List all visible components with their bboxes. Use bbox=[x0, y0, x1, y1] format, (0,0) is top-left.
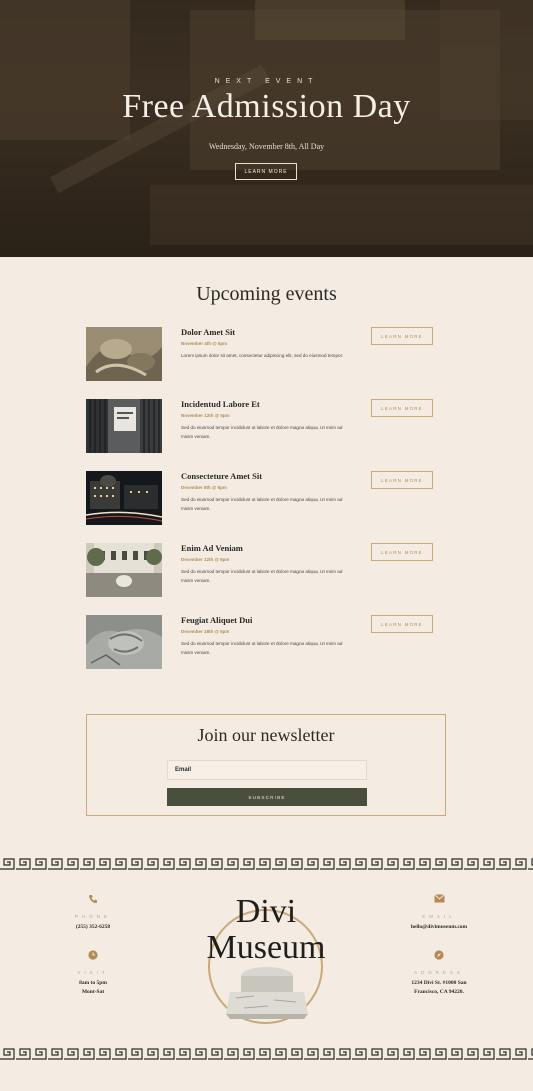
logo-line2: Museum bbox=[206, 929, 326, 966]
event-item: Enim Ad Veniam December 12th @ 5pm Sed d… bbox=[86, 543, 436, 599]
envelope-icon bbox=[384, 894, 494, 906]
footer-phone: PHONE (255) 352-6258 bbox=[38, 894, 148, 932]
museum-logo[interactable]: Divi Museum bbox=[196, 884, 336, 1039]
address-line1: 1234 Divi St. #1000 San bbox=[411, 980, 467, 986]
visit-hours-line2: Mont-Sat bbox=[81, 989, 105, 995]
phone-label: PHONE bbox=[74, 914, 111, 919]
events-title: Upcoming events bbox=[196, 283, 337, 305]
event-learn-more-button[interactable]: LEARN MORE bbox=[371, 399, 433, 417]
visit-hours-line1: 8am to 5pm bbox=[79, 980, 107, 986]
event-learn-more-button[interactable]: LEARN MORE bbox=[371, 471, 433, 489]
event-image-gate bbox=[86, 399, 162, 453]
event-name: Enim Ad Veniam bbox=[181, 543, 243, 553]
logo-text: Divi Museum bbox=[196, 894, 336, 966]
event-item: Feugiat Aliquet Dui December 18th @ 5pm … bbox=[86, 615, 436, 671]
footer-address: ADDRESS 1234 Divi St. #1000 San Francisc… bbox=[384, 950, 494, 997]
pedestal-image bbox=[226, 967, 308, 1019]
event-date: December 8th @ 5pm bbox=[181, 485, 227, 490]
event-learn-more-button[interactable]: LEARN MORE bbox=[371, 327, 433, 345]
event-description: Sed do eiusmod tempor incididunt ut labo… bbox=[181, 641, 343, 655]
event-name: Feugiat Aliquet Dui bbox=[181, 615, 253, 625]
event-description: Sed do eiusmod tempor incididunt ut labo… bbox=[181, 569, 343, 583]
event-item: Incidentud Labore Et November 12th @ 5pm… bbox=[86, 399, 436, 455]
hero-overlay bbox=[0, 0, 533, 257]
email-input[interactable]: Email bbox=[167, 760, 367, 780]
address-line2: Francisco, CA 94220. bbox=[414, 989, 464, 995]
greek-key-border-bottom bbox=[0, 1048, 533, 1060]
hero-learn-more-button[interactable]: LEARN MORE bbox=[235, 163, 297, 180]
event-learn-more-button[interactable]: LEARN MORE bbox=[371, 543, 433, 561]
address-value: 1234 Divi St. #1000 San Francisco, CA 94… bbox=[384, 979, 494, 997]
footer-visit: VISIT 8am to 5pm Mont-Sat bbox=[38, 950, 148, 997]
hero-banner: NEXT EVENT Free Admission Day Wednesday,… bbox=[0, 0, 533, 257]
hero-kicker: NEXT EVENT bbox=[214, 78, 319, 85]
hero-subtitle: Wednesday, November 8th, All Day bbox=[208, 142, 325, 151]
event-item: Consecteture Amet Sit December 8th @ 5pm… bbox=[86, 471, 436, 527]
event-date: November 4th @ 5pm bbox=[181, 341, 228, 346]
event-description: Sed do eiusmod tempor incididunt ut labo… bbox=[181, 497, 343, 511]
event-description: Lorem ipsum dolor sit amet, consectetur … bbox=[181, 353, 344, 358]
footer-email: EMAIL hello@divimuseum.com bbox=[384, 894, 494, 932]
newsletter-box: Join our newsletter Email SUBSCRIBE bbox=[86, 714, 446, 816]
event-image-building bbox=[86, 543, 162, 597]
event-item: Dolor Amet Sit November 4th @ 5pm Lorem … bbox=[86, 327, 436, 383]
hero-title: Free Admission Day bbox=[122, 88, 411, 125]
event-name: Dolor Amet Sit bbox=[181, 327, 236, 337]
visit-label: VISIT bbox=[77, 970, 109, 975]
email-value[interactable]: hello@divimuseum.com bbox=[384, 923, 494, 932]
event-description: Sed do eiusmod tempor incididunt ut labo… bbox=[181, 425, 343, 439]
email-label: EMAIL bbox=[422, 914, 456, 919]
clock-icon bbox=[38, 950, 148, 962]
event-name: Consecteture Amet Sit bbox=[181, 471, 263, 481]
greek-key-border-top bbox=[0, 858, 533, 870]
subscribe-button[interactable]: SUBSCRIBE bbox=[167, 788, 367, 806]
event-date: December 12th @ 5pm bbox=[181, 557, 230, 562]
event-name: Incidentud Labore Et bbox=[181, 399, 260, 409]
event-image-night-city bbox=[86, 471, 162, 525]
visit-hours: 8am to 5pm Mont-Sat bbox=[38, 979, 148, 997]
event-date: November 12th @ 5pm bbox=[181, 413, 230, 418]
event-learn-more-button[interactable]: LEARN MORE bbox=[371, 615, 433, 633]
phone-icon bbox=[38, 894, 148, 906]
compass-icon bbox=[384, 950, 494, 962]
phone-value[interactable]: (255) 352-6258 bbox=[38, 923, 148, 932]
newsletter-title: Join our newsletter bbox=[197, 725, 335, 745]
event-date: December 18th @ 5pm bbox=[181, 629, 230, 634]
event-image-stone-carving bbox=[86, 615, 162, 669]
logo-line1: Divi bbox=[235, 893, 297, 930]
address-label: ADDRESS bbox=[414, 970, 464, 975]
event-image-sculpture bbox=[86, 327, 162, 381]
